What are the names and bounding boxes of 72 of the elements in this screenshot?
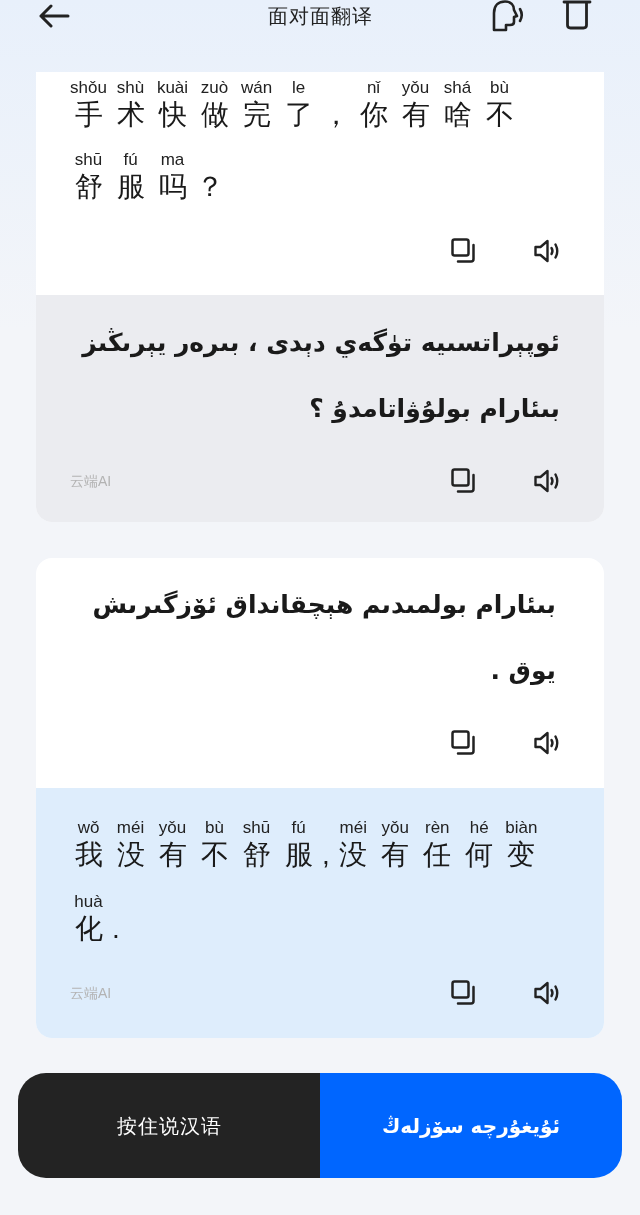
speaker-icon[interactable]	[534, 468, 560, 493]
chinese-character: 你	[359, 98, 388, 132]
hold-to-talk-button[interactable]: 按住说汉语	[18, 1073, 320, 1178]
pinyin-text: shū	[74, 150, 103, 170]
chinese-character: 服	[116, 170, 145, 204]
chinese-character: 有	[401, 98, 430, 132]
overlapping-squares-icon[interactable]	[451, 980, 476, 1005]
provider-label: 云端AI	[70, 471, 112, 490]
pinyin-text: méi	[116, 818, 145, 838]
chinese-character: 服	[284, 838, 313, 872]
chinese-character: 化	[74, 912, 103, 946]
pinyin-text: zuò	[200, 78, 229, 98]
overlapping-squares-icon[interactable]	[451, 468, 476, 493]
chinese-character: 吗	[158, 170, 187, 204]
chinese-character: 完	[242, 98, 271, 132]
chinese-character: 快	[158, 98, 187, 132]
pinyin-text: yǒu	[401, 78, 430, 98]
chinese-character: 有	[381, 838, 410, 872]
pinyin-text: shá	[443, 78, 472, 98]
pinyin-text: shū	[242, 818, 271, 838]
pinyin-text: wán	[240, 78, 273, 98]
speaker-icon[interactable]	[534, 730, 560, 755]
pinyin-text: bù	[490, 78, 509, 98]
pinyin-text: wǒ	[77, 818, 100, 838]
chinese-character: 做	[200, 98, 229, 132]
chinese-character: 有	[158, 838, 187, 872]
hold-to-talk-button[interactable]: ئۇيغۇرچە سۆزلەڭ	[320, 1073, 622, 1178]
uyghur-text: بىئارام بولمىدىم ھېچقانداق ئۆزگىرىش يوق .	[91, 589, 556, 687]
chinese-character: 术	[116, 98, 145, 132]
punctuation-mark: ,	[322, 838, 330, 872]
pinyin-text: hé	[469, 818, 489, 838]
pinyin-text: nǐ	[366, 78, 381, 98]
punctuation-mark: .	[112, 912, 120, 946]
chinese-character: 何	[465, 838, 494, 872]
speaker-icon[interactable]	[534, 980, 560, 1005]
chinese-character: 任	[423, 838, 452, 872]
pinyin-text: yǒu	[381, 818, 409, 838]
chinese-character: 不	[485, 98, 514, 132]
chinese-character: 手	[74, 98, 103, 132]
screen-title: 面对面翻译	[267, 4, 373, 29]
chinese-character: 舒	[242, 838, 271, 872]
pinyin-text: huà	[74, 892, 103, 912]
provider-label: 云端AI	[70, 983, 112, 1002]
punctuation-mark: ，	[322, 98, 350, 132]
pinyin-text: shǒu	[70, 78, 107, 98]
overlapping-squares-icon[interactable]	[451, 238, 476, 263]
speaking-head-icon[interactable]	[492, 0, 525, 32]
pinyin-text: fú	[123, 150, 138, 170]
pinyin-text: shù	[116, 78, 145, 98]
chinese-character: 变	[507, 838, 536, 872]
chinese-character: 我	[74, 838, 103, 872]
chinese-character: 舒	[74, 170, 103, 204]
pinyin-text: le	[291, 78, 306, 98]
chinese-character: 啥	[443, 98, 472, 132]
pinyin-text: ma	[160, 150, 185, 170]
pinyin-text: bù	[205, 818, 224, 838]
uyghur-text: ئوپېراتسىيە تۈگەي دېدى ، بىرەر يېرىڭىز بىئارام بولۇۋاتامدۇ ؟	[80, 327, 560, 425]
pinyin-text: méi	[339, 818, 367, 838]
left-arrow-icon[interactable]	[38, 4, 70, 28]
speaker-icon[interactable]	[534, 238, 560, 263]
overlapping-squares-icon[interactable]	[451, 730, 476, 755]
chinese-character: 了	[284, 98, 313, 132]
pinyin-text: kuài	[156, 78, 189, 98]
chinese-character: 没	[339, 838, 368, 872]
chinese-character: 没	[116, 838, 145, 872]
punctuation-mark: ？	[196, 170, 224, 204]
pinyin-text: fú	[291, 818, 306, 838]
pinyin-text: rèn	[425, 818, 450, 838]
trash-icon[interactable]	[562, 0, 592, 30]
pinyin-text: yǒu	[158, 818, 187, 838]
chinese-character: 不	[200, 838, 229, 872]
pinyin-text: biàn	[505, 818, 538, 838]
